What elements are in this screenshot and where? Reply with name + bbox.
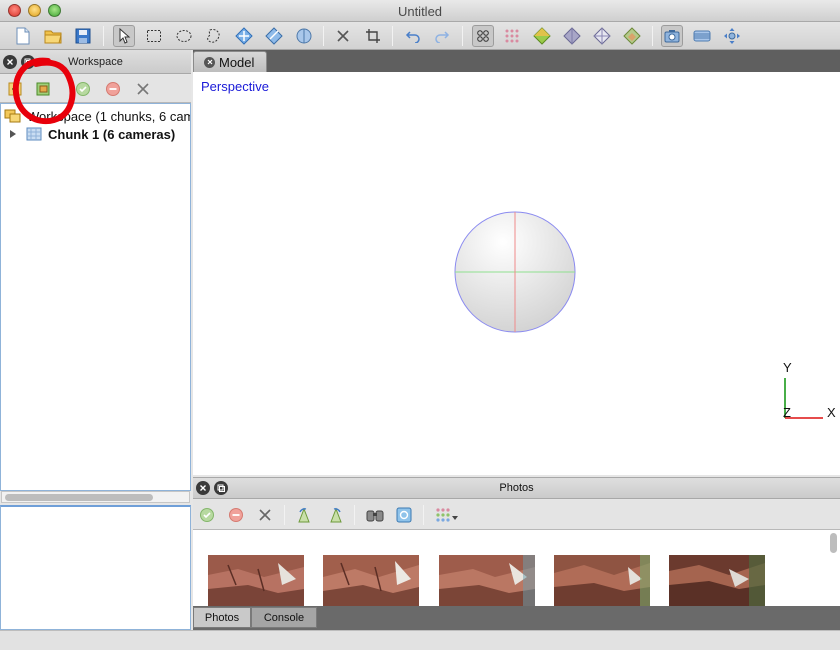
photo-thumbnail[interactable] [669, 555, 765, 606]
annotation-circle-icon [12, 57, 76, 125]
shaded-model-icon[interactable] [531, 25, 553, 47]
enable-photos-icon[interactable] [196, 504, 218, 526]
point-cloud-view-icon[interactable] [472, 25, 494, 47]
navigation-move-icon[interactable] [233, 25, 255, 47]
rotate-right-icon[interactable] [324, 504, 346, 526]
tab-photos[interactable]: Photos [193, 607, 251, 628]
select-pointer-icon[interactable] [113, 25, 135, 47]
model-tab-bar: Model [193, 50, 840, 72]
photo-thumbnail[interactable] [439, 555, 535, 606]
rotate-left-icon[interactable] [294, 504, 316, 526]
workspace-panel: Workspace Workspace (1 chunks, 6 cameras… [0, 50, 191, 630]
workspace-properties-area [0, 505, 191, 630]
view-photo-icon[interactable] [393, 504, 415, 526]
textured-model-icon[interactable] [621, 25, 643, 47]
thumbnail-view-dropdown[interactable] [433, 504, 463, 526]
show-cameras-icon[interactable] [661, 25, 683, 47]
status-bar [0, 630, 840, 650]
main-toolbar [0, 22, 840, 50]
tab-model-label: Model [219, 54, 255, 70]
remove-photos-icon[interactable] [254, 504, 276, 526]
wireframe-model-icon[interactable] [591, 25, 613, 47]
scrollbar-thumb[interactable] [5, 494, 153, 501]
photo-thumbnail[interactable] [554, 555, 650, 606]
free-form-selection-icon[interactable] [203, 25, 225, 47]
model-viewport[interactable]: Perspective Y Z X [193, 72, 840, 475]
photos-vertical-scrollbar[interactable] [828, 532, 838, 604]
disable-cameras-icon[interactable] [102, 78, 124, 100]
rotate-object-icon[interactable] [263, 25, 285, 47]
bottom-tab-bar: Photos Console [193, 606, 840, 630]
tab-console[interactable]: Console [251, 607, 317, 628]
window-title: Untitled [397, 4, 443, 19]
photo-thumbnail[interactable] [323, 555, 419, 606]
undo-icon[interactable] [402, 25, 424, 47]
scrollbar-thumb[interactable] [830, 533, 837, 553]
photos-panel-header: Photos [193, 477, 840, 499]
remove-items-icon[interactable] [132, 78, 154, 100]
photos-toolbar [193, 500, 840, 530]
rectangle-selection-icon[interactable] [143, 25, 165, 47]
disable-photos-icon[interactable] [225, 504, 247, 526]
scale-object-icon[interactable] [293, 25, 315, 47]
dense-cloud-view-icon[interactable] [501, 25, 523, 47]
reset-view-icon[interactable] [721, 25, 743, 47]
workspace-tree: Workspace (1 chunks, 6 cameras) Chunk 1 … [0, 103, 191, 491]
align-photos-icon[interactable] [364, 504, 386, 526]
photos-panel-title: Photos [499, 482, 534, 494]
redo-icon[interactable] [431, 25, 453, 47]
save-icon[interactable] [72, 25, 94, 47]
delete-selection-icon[interactable] [332, 25, 354, 47]
crop-selection-icon[interactable] [362, 25, 384, 47]
axis-y-label: Y [783, 360, 792, 375]
close-tab-icon[interactable] [204, 56, 215, 68]
open-folder-icon[interactable] [42, 25, 64, 47]
circle-selection-icon[interactable] [173, 25, 195, 47]
window-titlebar: Untitled [0, 0, 840, 22]
photos-thumbnail-grid [193, 530, 840, 606]
axis-z-label: Z [783, 405, 791, 420]
trackball-sphere[interactable] [193, 72, 840, 475]
axis-x-label: X [827, 405, 836, 420]
workspace-horizontal-scrollbar[interactable] [1, 491, 190, 503]
photo-thumbnail[interactable] [208, 555, 304, 606]
new-file-icon[interactable] [12, 25, 34, 47]
solid-model-icon[interactable] [561, 25, 583, 47]
expand-arrow-icon[interactable] [8, 129, 18, 139]
tab-model[interactable]: Model [193, 51, 267, 72]
show-region-icon[interactable] [691, 25, 713, 47]
